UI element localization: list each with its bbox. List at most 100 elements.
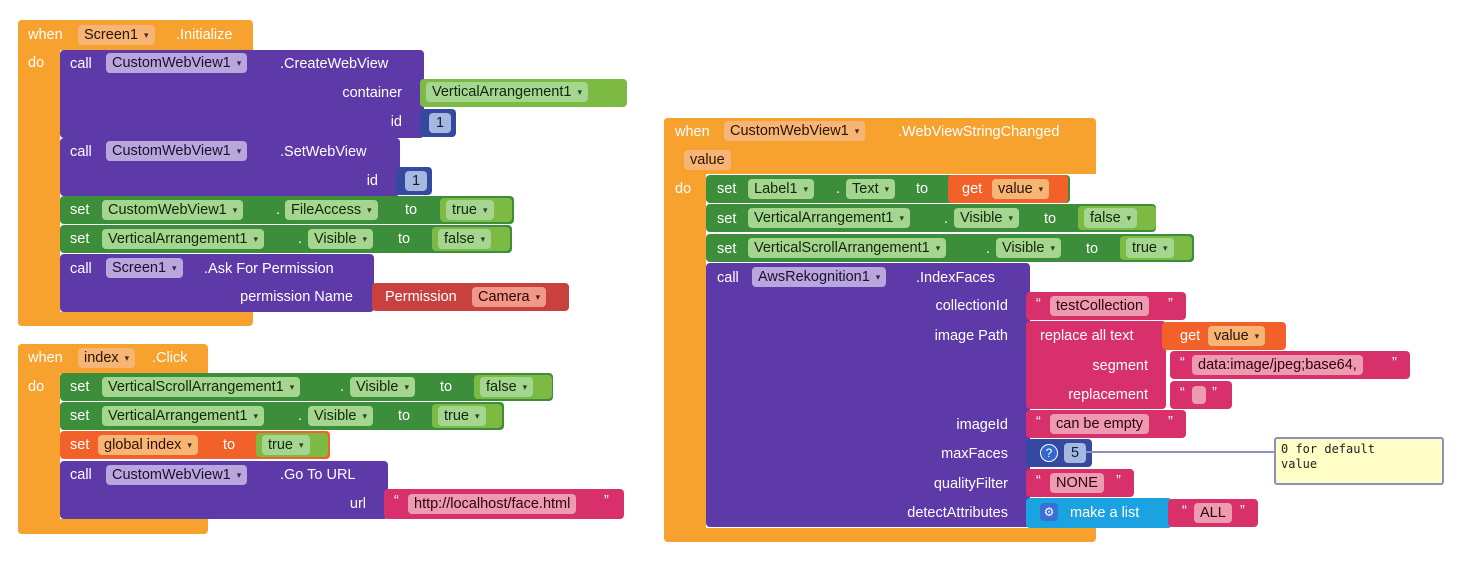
chevron-down-icon: ▾	[236, 57, 242, 68]
dot: .	[298, 408, 303, 424]
boolean-dropdown[interactable]: true ▾	[1126, 238, 1174, 258]
property-dropdown[interactable]: Visible ▾	[308, 229, 373, 249]
do-keyword: do	[675, 181, 692, 197]
text-value[interactable]: can be empty	[1050, 414, 1150, 434]
arg-label-image-path: image Path	[934, 328, 1008, 344]
close-quote: ”	[1116, 473, 1121, 489]
event-parameter[interactable]: value	[684, 150, 731, 170]
text-value[interactable]: testCollection	[1050, 296, 1150, 316]
chevron-down-icon: ▾	[236, 469, 242, 480]
property-dropdown[interactable]: Text ▾	[846, 179, 896, 199]
set-keyword: set	[70, 231, 90, 247]
component-dropdown[interactable]: Screen1 ▾	[78, 25, 155, 45]
component-dropdown[interactable]: VerticalScrollArrangement1 ▾	[102, 377, 301, 397]
arg-label-id: id	[390, 114, 402, 130]
chevron-down-icon: ▾	[1038, 183, 1044, 194]
chevron-down-icon: ▾	[1008, 212, 1013, 223]
chevron-down-icon: ▾	[232, 204, 238, 215]
component-dropdown[interactable]: VerticalArrangement1 ▾	[102, 229, 264, 249]
chevron-down-icon: ▾	[1254, 330, 1260, 341]
event-left-rail	[18, 344, 60, 534]
empty-text-value[interactable]	[1192, 386, 1206, 404]
close-quote: ”	[1168, 414, 1173, 430]
variable-dropdown[interactable]: global index ▾	[98, 435, 198, 455]
chevron-down-icon: ▾	[522, 381, 528, 392]
to-keyword: to	[398, 231, 411, 247]
property-dropdown[interactable]: Visible ▾	[350, 377, 415, 397]
component-dropdown[interactable]: VerticalScrollArrangement1 ▾	[748, 238, 947, 258]
chevron-down-icon: ▾	[124, 352, 130, 363]
open-quote: “	[1180, 385, 1185, 401]
boolean-dropdown[interactable]: false ▾	[438, 229, 492, 249]
component-dropdown[interactable]: Screen1 ▾	[106, 258, 183, 278]
component-dropdown[interactable]: CustomWebView1 ▾	[102, 200, 244, 220]
call-keyword: call	[70, 261, 92, 277]
component-dropdown[interactable]: AwsRekognition1 ▾	[752, 267, 887, 287]
component-dropdown[interactable]: CustomWebView1 ▾	[724, 121, 866, 141]
property-dropdown[interactable]: FileAccess ▾	[285, 200, 378, 220]
chevron-down-icon: ▾	[854, 125, 860, 136]
boolean-dropdown[interactable]: false ▾	[480, 377, 534, 397]
text-value[interactable]: ALL	[1194, 503, 1232, 523]
chevron-down-icon: ▾	[577, 86, 582, 97]
boolean-dropdown[interactable]: true ▾	[262, 435, 310, 455]
number-value[interactable]: 1	[405, 171, 427, 191]
variable-dropdown[interactable]: value ▾	[992, 179, 1050, 199]
chevron-down-icon: ▾	[483, 204, 488, 215]
property-dropdown[interactable]: Visible ▾	[308, 406, 373, 426]
open-quote: “	[1182, 503, 1187, 519]
property-dropdown[interactable]: Visible ▾	[996, 238, 1061, 258]
close-quote: ”	[1240, 503, 1245, 519]
component-dropdown[interactable]: Label1 ▾	[748, 179, 815, 199]
component-dropdown[interactable]: CustomWebView1 ▾	[106, 53, 248, 73]
close-quote: ”	[604, 493, 609, 509]
call-keyword: call	[717, 270, 739, 286]
number-value[interactable]: 1	[429, 113, 451, 133]
call-keyword: call	[70, 56, 92, 72]
method-name: .SetWebView	[280, 144, 367, 160]
dot: .	[340, 379, 345, 395]
open-quote: “	[1036, 296, 1041, 312]
set-keyword: set	[70, 408, 90, 424]
method-name: .Go To URL	[280, 467, 356, 483]
chevron-down-icon: ▾	[884, 183, 890, 194]
comment-bubble[interactable]: 0 for default value	[1274, 437, 1444, 485]
component-dropdown[interactable]: index ▾	[78, 348, 136, 368]
method-name: .IndexFaces	[916, 270, 995, 286]
close-quote: ”	[1392, 355, 1397, 371]
get-keyword: get	[962, 181, 983, 197]
arg-label-qualityfilter: qualityFilter	[933, 476, 1008, 492]
component-dropdown[interactable]: VerticalArrangement1 ▾	[102, 406, 264, 426]
text-value[interactable]: NONE	[1050, 473, 1104, 493]
when-keyword: when	[28, 27, 63, 43]
gear-icon[interactable]: ⚙	[1040, 503, 1058, 521]
variable-dropdown[interactable]: value ▾	[1208, 326, 1266, 346]
open-quote: “	[1180, 355, 1185, 371]
chevron-down-icon: ▾	[367, 204, 372, 215]
number-value[interactable]: 5	[1064, 443, 1086, 463]
component-dropdown[interactable]: CustomWebView1 ▾	[106, 465, 248, 485]
event-name: .WebViewStringChanged	[898, 124, 1060, 140]
make-list-label: make a list	[1070, 505, 1140, 521]
set-keyword: set	[70, 202, 90, 218]
chevron-down-icon: ▾	[187, 439, 192, 450]
property-dropdown[interactable]: Visible ▾	[954, 208, 1019, 228]
arg-label-permission-name: permission Name	[240, 289, 353, 305]
dot: .	[298, 231, 303, 247]
permission-label: Permission	[385, 289, 457, 305]
open-quote: “	[1036, 473, 1041, 489]
dot: .	[276, 202, 281, 218]
when-keyword: when	[675, 124, 710, 140]
boolean-dropdown[interactable]: true ▾	[438, 406, 486, 426]
when-keyword: when	[28, 350, 63, 366]
component-dropdown[interactable]: VerticalArrangement1 ▾	[748, 208, 910, 228]
component-dropdown[interactable]: VerticalArrangement1 ▾	[426, 82, 588, 102]
text-value[interactable]: data:image/jpeg;base64,	[1192, 355, 1363, 375]
component-dropdown[interactable]: CustomWebView1 ▾	[106, 141, 248, 161]
boolean-dropdown[interactable]: true ▾	[446, 200, 494, 220]
boolean-dropdown[interactable]: false ▾	[1084, 208, 1138, 228]
to-keyword: to	[440, 379, 453, 395]
help-icon[interactable]: ?	[1040, 444, 1058, 462]
text-value[interactable]: http://localhost/face.html	[408, 494, 577, 514]
permission-dropdown[interactable]: Camera ▾	[472, 287, 547, 307]
